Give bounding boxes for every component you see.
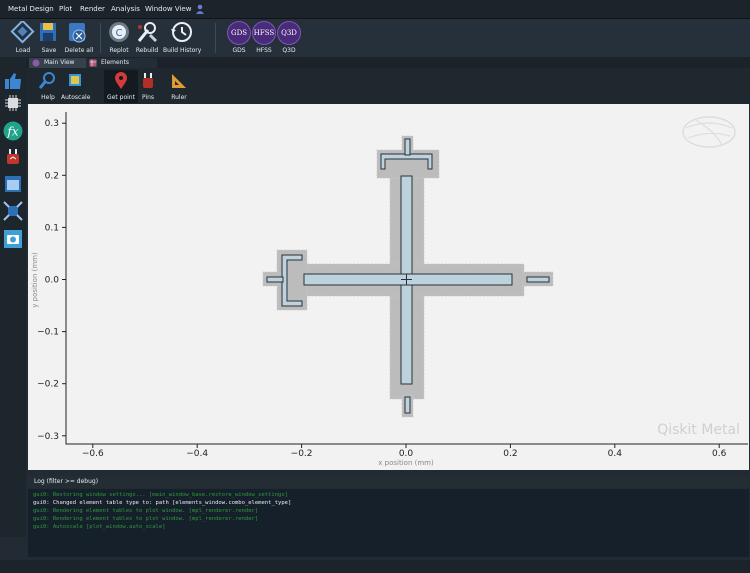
rebuild-button[interactable]: Rebuild — [134, 21, 160, 54]
toolbar-separator — [100, 23, 101, 53]
q3d-label: Q3D — [282, 47, 296, 54]
main-toolbar: Load Save Delete all C Replot Rebuild Bu… — [0, 19, 750, 57]
ruler-icon — [172, 74, 186, 88]
y-tick-label: −0.2 — [37, 380, 59, 390]
user-icon[interactable] — [196, 4, 204, 14]
x-tick-label: 0.6 — [712, 449, 727, 459]
delete-all-button[interactable]: Delete all — [63, 21, 95, 54]
window-icon[interactable] — [3, 174, 23, 194]
right-pad — [526, 276, 550, 283]
log-line: gui0: Restoring window settings... [main… — [33, 492, 288, 498]
transmon-cross-component[interactable] — [262, 135, 554, 418]
help-icon — [38, 72, 55, 89]
x-tick-label: −0.4 — [186, 449, 208, 459]
y-tick-label: 0.2 — [45, 171, 59, 181]
chip-icon[interactable] — [3, 93, 23, 113]
tab-elements[interactable]: Elements — [86, 58, 157, 68]
x-tick-label: 0.4 — [608, 449, 623, 459]
y-tick-label: −0.1 — [37, 328, 59, 338]
x-ticks: −0.6 −0.4 −0.2 0.0 0.2 0.4 0.6 — [82, 444, 727, 459]
x-tick-label: −0.2 — [291, 449, 313, 459]
y-ticks: 0.3 0.2 0.1 0.0 −0.1 −0.2 −0.3 — [37, 119, 66, 442]
hfss-button[interactable]: HFSS — [252, 21, 276, 45]
autoscale-icon — [69, 74, 81, 86]
get-point-button[interactable]: Get point — [104, 70, 138, 103]
delete-all-icon — [69, 23, 86, 43]
gds-label: GDS — [232, 47, 246, 54]
log-line: gui0: Rendering element tables to plot w… — [33, 508, 259, 514]
map-pin-icon — [115, 72, 127, 89]
log-line: gui0: Autoscale [plot_window.auto_scale] — [33, 524, 166, 530]
status-bar — [0, 560, 750, 573]
top-claw-stem — [404, 138, 411, 156]
load-icon — [10, 19, 35, 44]
build-history-button[interactable]: Build History — [163, 21, 201, 54]
x-tick-label: −0.6 — [82, 449, 104, 459]
menu-analysis[interactable]: Analysis — [111, 5, 140, 13]
layout-plot[interactable]: −0.6 −0.4 −0.2 0.0 0.2 0.4 0.6 0.30.20.10.0−0.… — [28, 104, 749, 470]
replot-button[interactable]: C Replot — [106, 21, 132, 54]
y-tick-label: 0.3 — [45, 119, 59, 129]
load-button[interactable]: Load — [10, 19, 36, 54]
y-tick-label: 0.0 — [45, 276, 60, 286]
plot-canvas[interactable]: −0.6 −0.4 −0.2 0.0 0.2 0.4 0.6 0.3 0.2 0.1 0.0 −0.… — [28, 104, 749, 470]
replot-icon: C — [109, 22, 129, 42]
screenshot-icon[interactable] — [3, 229, 23, 249]
ruler-button[interactable]: Ruler — [168, 70, 190, 103]
q3d-button[interactable]: Q3D — [277, 21, 301, 45]
log-header: Log (filter >= debug) — [28, 476, 749, 488]
x-tick-label: 0.2 — [503, 449, 517, 459]
plug-icon[interactable] — [3, 147, 23, 167]
menu-render[interactable]: Render — [80, 5, 105, 13]
watermark-text: Qiskit Metal — [657, 422, 740, 438]
log-line: gui0: Rendering element tables to plot w… — [33, 516, 259, 522]
bottom-junction — [404, 396, 411, 414]
hfss-label: HFSS — [256, 47, 272, 54]
pins-icon — [143, 73, 153, 88]
main-view-tab-icon — [32, 59, 40, 67]
svg-text:C: C — [116, 28, 123, 39]
y-axis-label: y position (mm) — [31, 252, 39, 308]
menu-bar: Metal Design Plot Render Analysis Window… — [0, 0, 750, 19]
menu-window-view[interactable]: Window View — [145, 5, 191, 13]
x-tick-label: 0.0 — [399, 449, 414, 459]
function-icon[interactable]: fx — [3, 121, 23, 141]
help-button[interactable]: Help — [36, 70, 60, 103]
menu-plot[interactable]: Plot — [59, 5, 72, 13]
x-axis-label: x position (mm) — [378, 459, 434, 467]
log-title: Log (filter >= debug) — [34, 478, 99, 485]
left-claw-stem — [266, 276, 284, 283]
pins-button[interactable]: Pins — [138, 70, 158, 103]
left-dock: fx — [0, 57, 26, 537]
log-line: gui0: Changed element table type to: pat… — [33, 500, 292, 506]
plot-toolbar: Help Autoscale Get point Pins Ruler — [26, 68, 750, 104]
save-icon — [40, 23, 56, 41]
gds-button[interactable]: GDS — [227, 21, 251, 45]
menu-metal-design[interactable]: Metal Design — [8, 5, 54, 13]
qiskit-logo-watermark — [682, 116, 736, 148]
fit-view-icon[interactable] — [3, 201, 23, 221]
thumbs-up-icon[interactable] — [3, 71, 23, 91]
y-tick-label: −0.3 — [37, 432, 59, 442]
log-console[interactable]: gui0: Restoring window settings... [main… — [28, 489, 749, 557]
history-icon — [171, 22, 192, 42]
autoscale-button[interactable]: Autoscale — [61, 70, 90, 103]
svg-text:fx: fx — [6, 125, 18, 139]
view-tab-bar: Main View Elements — [26, 57, 750, 68]
elements-tab-icon — [89, 59, 97, 67]
toolbar-separator — [215, 23, 216, 53]
save-button[interactable]: Save — [37, 21, 61, 54]
rebuild-icon — [137, 22, 158, 43]
y-tick-label: 0.1 — [45, 223, 59, 233]
